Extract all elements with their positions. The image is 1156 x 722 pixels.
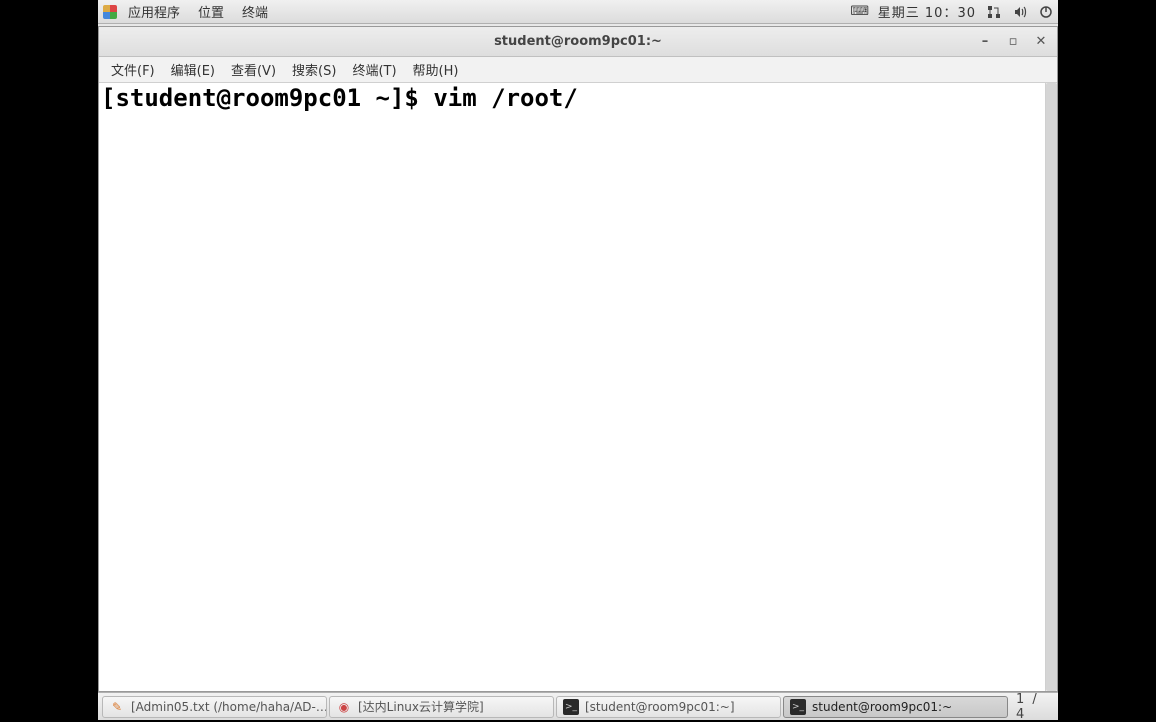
terminal-output: [student@room9pc01 ~]$ vim /root/ <box>99 83 1057 114</box>
clock[interactable]: 星期三 10：30 <box>878 2 976 21</box>
bottom-panel: ✎ [Admin05.txt (/home/haha/AD-… ◉ [达内Lin… <box>98 692 1058 720</box>
task-label: [Admin05.txt (/home/haha/AD-… <box>131 700 327 714</box>
browser-icon: ◉ <box>336 699 352 715</box>
volume-icon[interactable] <box>1012 4 1028 20</box>
menu-view[interactable]: 查看(V) <box>223 57 284 82</box>
scroll-thumb[interactable] <box>1046 83 1057 691</box>
top-panel: 应用程序 位置 终端 ⌨ 星期三 10：30 <box>98 0 1058 24</box>
window-title: student@room9pc01:~ <box>494 34 662 49</box>
gnome-logo-icon <box>102 4 118 20</box>
network-icon[interactable] <box>986 4 1002 20</box>
terminal-icon: >_ <box>790 699 806 715</box>
task-label: [达内Linux云计算学院] <box>358 698 484 715</box>
task-terminal-1[interactable]: >_ [student@room9pc01:~] <box>556 696 781 718</box>
task-terminal-2[interactable]: >_ student@room9pc01:~ <box>783 696 1008 718</box>
menu-help[interactable]: 帮助(H) <box>405 57 467 82</box>
maximize-button[interactable]: ▫ <box>1003 31 1023 51</box>
text-editor-icon: ✎ <box>109 699 125 715</box>
workspace-indicator[interactable]: 1 / 4 <box>1010 692 1054 722</box>
desktop: 应用程序 位置 终端 ⌨ 星期三 10：30 student@room9pc01… <box>98 0 1058 720</box>
window-titlebar[interactable]: student@room9pc01:~ – ▫ ✕ <box>99 27 1057 57</box>
task-label: [student@room9pc01:~] <box>585 700 735 714</box>
minimize-button[interactable]: – <box>975 31 995 51</box>
menu-edit[interactable]: 编辑(E) <box>163 57 223 82</box>
menubar: 文件(F) 编辑(E) 查看(V) 搜索(S) 终端(T) 帮助(H) <box>99 57 1057 83</box>
terminal-launcher[interactable]: 终端 <box>234 0 276 23</box>
task-editor[interactable]: ✎ [Admin05.txt (/home/haha/AD-… <box>102 696 327 718</box>
places-menu[interactable]: 位置 <box>190 0 232 23</box>
menu-file[interactable]: 文件(F) <box>103 57 163 82</box>
menu-search[interactable]: 搜索(S) <box>284 57 344 82</box>
task-browser[interactable]: ◉ [达内Linux云计算学院] <box>329 696 554 718</box>
terminal-area[interactable]: [student@room9pc01 ~]$ vim /root/ <box>99 83 1057 691</box>
task-label: student@room9pc01:~ <box>812 700 952 714</box>
applications-menu[interactable]: 应用程序 <box>120 0 188 23</box>
terminal-icon: >_ <box>563 699 579 715</box>
keyboard-icon[interactable]: ⌨ <box>852 4 868 20</box>
terminal-window: student@room9pc01:~ – ▫ ✕ 文件(F) 编辑(E) 查看… <box>98 26 1058 692</box>
terminal-scrollbar[interactable] <box>1045 83 1057 691</box>
menu-terminal[interactable]: 终端(T) <box>344 57 404 82</box>
power-icon[interactable] <box>1038 4 1054 20</box>
close-button[interactable]: ✕ <box>1031 31 1051 51</box>
